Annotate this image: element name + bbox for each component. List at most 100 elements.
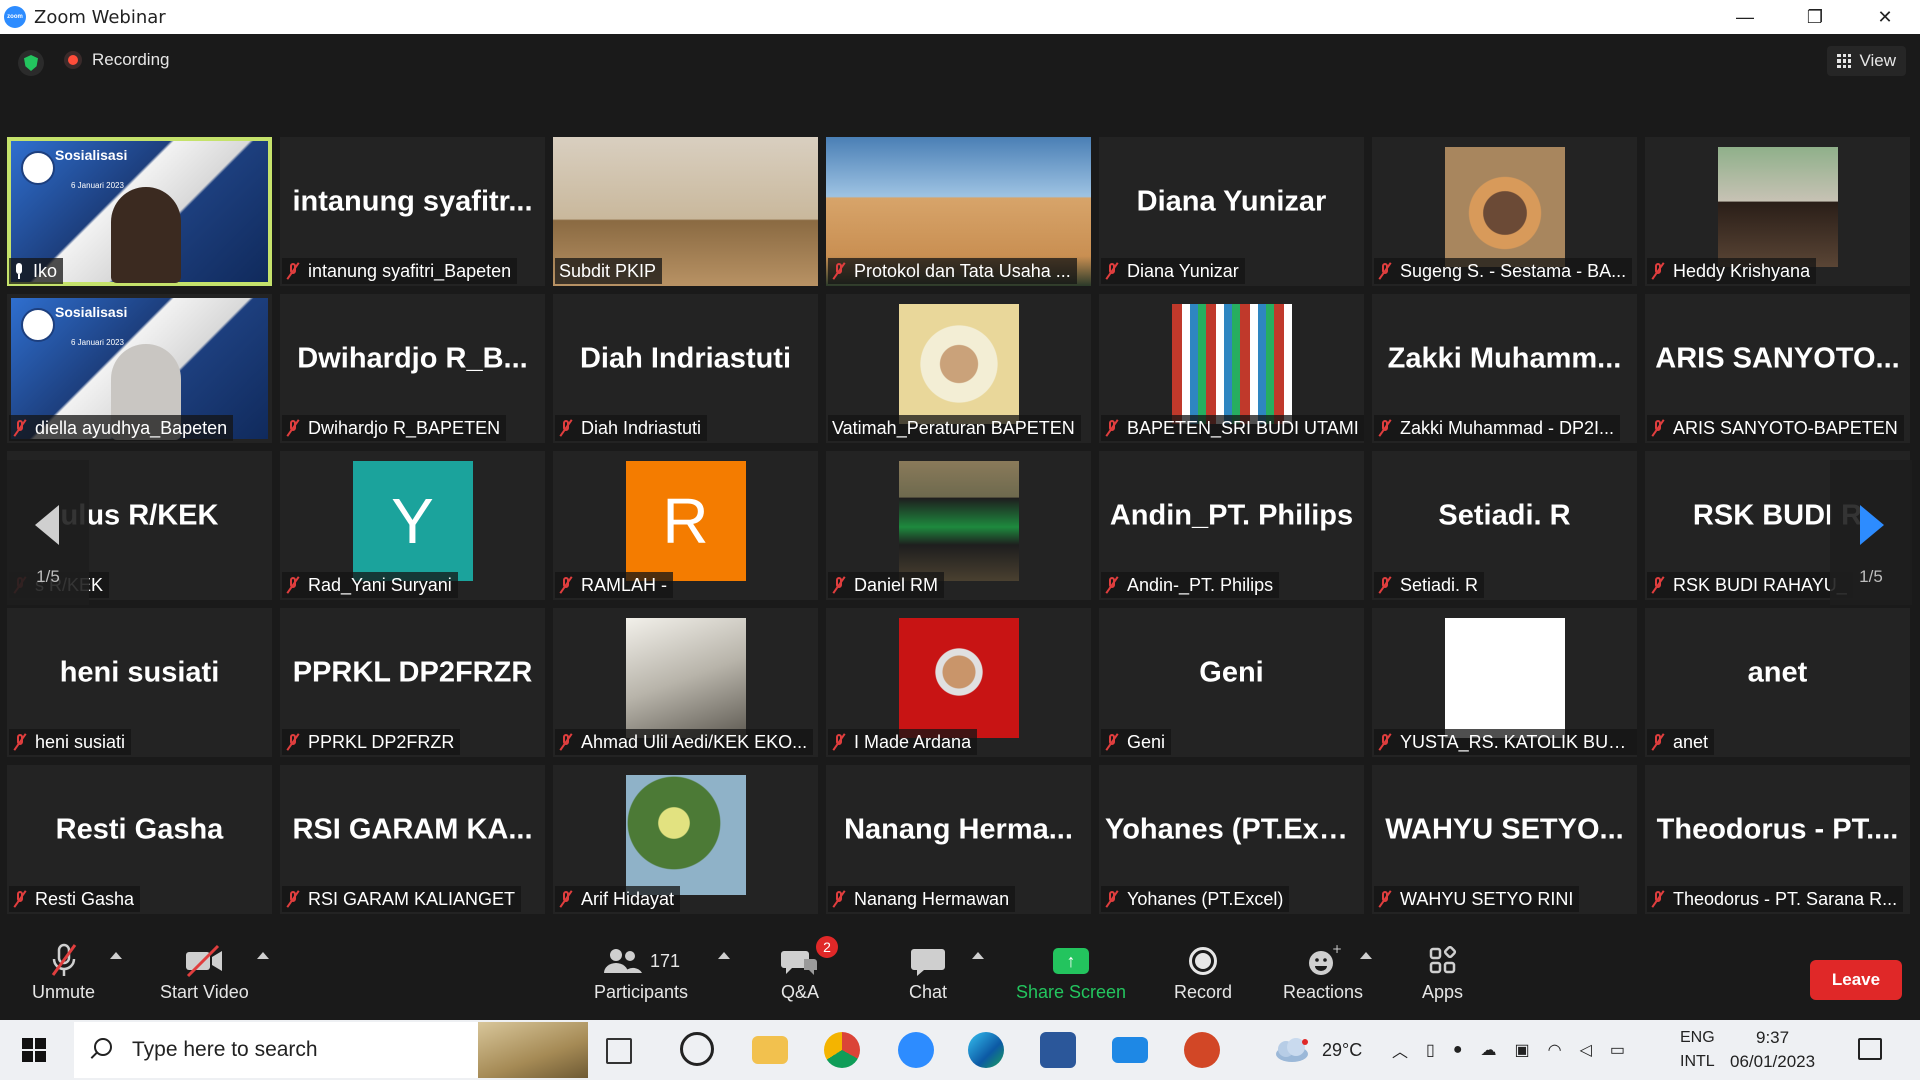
reactions-options-caret[interactable] xyxy=(1360,952,1372,959)
view-label: View xyxy=(1859,51,1896,70)
participant-tile[interactable]: ARIS SANYOTO... ARIS SANYOTO-BAPETEN xyxy=(1645,294,1910,443)
chrome-icon[interactable] xyxy=(824,1032,860,1068)
participant-tile[interactable]: Andin_PT. Philips Andin-_PT. Philips xyxy=(1099,451,1364,600)
taskbar-clock[interactable]: 9:37 06/01/2023 xyxy=(1730,1026,1815,1074)
participant-name: I Made Ardana xyxy=(854,731,972,752)
participant-tile[interactable]: Sosialisasi 6 Januari 2023 Iko xyxy=(7,137,272,286)
participant-tile[interactable]: Diana Yunizar Diana Yunizar xyxy=(1099,137,1364,286)
mic-muted-icon xyxy=(1651,890,1665,908)
participant-name-label: ARIS SANYOTO-BAPETEN xyxy=(1647,415,1904,441)
powerpoint-icon[interactable] xyxy=(1184,1032,1220,1068)
taskbar-search[interactable]: Type here to search xyxy=(74,1022,588,1078)
participant-tile[interactable]: Y Rad_Yani Suryani xyxy=(280,451,545,600)
participant-name-large: Yohanes (PT.Exc... xyxy=(1105,813,1360,845)
chevron-up-icon[interactable]: ︿ xyxy=(1392,1038,1408,1062)
microphone-icon[interactable]: ● xyxy=(1453,1041,1463,1059)
participant-tile[interactable]: Theodorus - PT.... Theodorus - PT. Sarana… xyxy=(1645,765,1910,914)
participant-tile[interactable]: Yohanes (PT.Exc... Yohanes (PT.Excel) xyxy=(1099,765,1364,914)
participant-tile[interactable]: Subdit PKIP xyxy=(553,137,818,286)
participant-tile[interactable]: Protokol dan Tata Usaha ... xyxy=(826,137,1091,286)
participant-tile[interactable]: anet anet xyxy=(1645,608,1910,757)
notification-center-icon[interactable] xyxy=(1858,1038,1882,1060)
phone-link-icon[interactable]: ▯ xyxy=(1426,1040,1435,1060)
participant-tile[interactable]: Vatimah_Peraturan BAPETEN xyxy=(826,294,1091,443)
close-button[interactable]: ✕ xyxy=(1850,0,1920,34)
participant-tile[interactable]: Setiadi. R Setiadi. R xyxy=(1372,451,1637,600)
participant-tile[interactable]: Sosialisasi 6 Januari 2023 diella ayudhya_… xyxy=(7,294,272,443)
encryption-shield-icon[interactable] xyxy=(18,50,44,76)
participant-tile[interactable]: Ahmad Ulil Aedi/KEK EKO... xyxy=(553,608,818,757)
participant-tile[interactable]: Resti Gasha Resti Gasha xyxy=(7,765,272,914)
participant-name-label: Yohanes (PT.Excel) xyxy=(1101,886,1290,912)
qa-button[interactable]: 2 Q&A xyxy=(780,936,838,1003)
weather-cloud-icon[interactable] xyxy=(1272,1037,1312,1063)
participant-tile[interactable]: Arif Hidayat xyxy=(553,765,818,914)
participant-tile[interactable]: Daniel RM xyxy=(826,451,1091,600)
participant-name: Andin-_PT. Philips xyxy=(1127,574,1274,595)
participant-tile[interactable]: Heddy Krishyana xyxy=(1645,137,1910,286)
participants-button[interactable]: 171 Participants xyxy=(594,940,688,1003)
mic-muted-icon xyxy=(832,733,846,751)
task-view-icon[interactable] xyxy=(606,1038,632,1064)
participants-options-caret[interactable] xyxy=(718,952,730,959)
participant-tile[interactable]: Zakki Muhamm... Zakki Muhammad - DP2I... xyxy=(1372,294,1637,443)
view-button[interactable]: View xyxy=(1827,46,1906,76)
next-page-button[interactable]: 1/5 xyxy=(1830,460,1912,605)
system-tray: 29°C xyxy=(1272,1020,1362,1080)
video-options-caret[interactable] xyxy=(257,952,269,959)
dell-icon[interactable] xyxy=(680,1032,714,1066)
participant-tile[interactable]: I Made Ardana xyxy=(826,608,1091,757)
defender-icon[interactable]: ▣ xyxy=(1515,1040,1530,1060)
mic-muted-icon xyxy=(832,576,846,594)
battery-icon[interactable]: ▭ xyxy=(1610,1040,1625,1060)
restore-button[interactable]: ❐ xyxy=(1780,0,1850,34)
clock-time: 9:37 xyxy=(1756,1028,1790,1047)
participant-tile[interactable]: BAPETEN_SRI BUDI UTAMI xyxy=(1099,294,1364,443)
start-video-button[interactable]: Start Video xyxy=(160,940,249,1003)
participant-name: Iko xyxy=(33,260,58,281)
participant-name: heni susiati xyxy=(35,731,126,752)
participant-tile[interactable]: RSI GARAM KA... RSI GARAM KALIANGET xyxy=(280,765,545,914)
onedrive-icon[interactable]: ☁ xyxy=(1481,1040,1497,1060)
window-controls: — ❐ ✕ xyxy=(1710,0,1920,34)
input-language[interactable]: ENG INTL xyxy=(1680,1026,1715,1074)
participant-name: Ahmad Ulil Aedi/KEK EKO... xyxy=(581,731,808,752)
mic-muted-icon xyxy=(1378,733,1392,751)
chat-button[interactable]: Chat xyxy=(909,940,947,1003)
chat-options-caret[interactable] xyxy=(972,952,984,959)
windows-start-icon[interactable] xyxy=(22,1038,46,1062)
participant-tile[interactable]: Geni Geni xyxy=(1099,608,1364,757)
apps-button[interactable]: Apps xyxy=(1422,940,1463,1003)
weather-temp[interactable]: 29°C xyxy=(1322,1040,1362,1061)
participant-tile[interactable]: YUSTA_RS. KATOLIK BUDI ... xyxy=(1372,608,1637,757)
record-button[interactable]: Record xyxy=(1174,940,1232,1003)
unmute-button[interactable]: Unmute xyxy=(32,940,95,1003)
participant-tile[interactable]: R RAMLAH - xyxy=(553,451,818,600)
file-explorer-icon[interactable] xyxy=(752,1036,788,1064)
participant-name-label: WAHYU SETYO RINI xyxy=(1374,886,1580,912)
participant-tile[interactable]: Sugeng S. - Sestama - BA... xyxy=(1372,137,1637,286)
leave-button[interactable]: Leave xyxy=(1810,960,1902,1000)
recording-indicator[interactable]: Recording xyxy=(64,50,170,70)
participant-tile[interactable]: Nanang Herma... Nanang Hermawan xyxy=(826,765,1091,914)
participant-tile[interactable]: PPRKL DP2FRZR PPRKL DP2FRZR xyxy=(280,608,545,757)
participant-tile[interactable]: Dwihardjo R_B... Dwihardjo R_BAPETEN xyxy=(280,294,545,443)
reactions-button[interactable]: + Reactions xyxy=(1283,940,1363,1003)
participant-tile[interactable]: intanung syafitr... intanung syafitri_Bap… xyxy=(280,137,545,286)
zoom-taskbar-icon[interactable] xyxy=(898,1032,934,1068)
word-icon[interactable] xyxy=(1040,1032,1076,1068)
participant-name: Setiadi. R xyxy=(1400,574,1479,595)
mic-muted-icon xyxy=(1105,733,1119,751)
participant-tile[interactable]: Diah Indriastuti Diah Indriastuti xyxy=(553,294,818,443)
participant-tile[interactable]: heni susiati heni susiati xyxy=(7,608,272,757)
share-screen-button[interactable]: ↑ Share Screen xyxy=(1016,940,1126,1003)
wifi-icon[interactable]: ◠ xyxy=(1548,1040,1562,1060)
mail-icon[interactable] xyxy=(1112,1037,1148,1063)
participant-tile[interactable]: WAHYU SETYO... WAHYU SETYO RINI xyxy=(1372,765,1637,914)
previous-page-button[interactable]: 1/5 xyxy=(7,460,89,605)
edge-icon[interactable] xyxy=(968,1032,1004,1068)
volume-icon[interactable]: ◁ xyxy=(1580,1040,1592,1060)
audio-options-caret[interactable] xyxy=(110,952,122,959)
minimize-button[interactable]: — xyxy=(1710,0,1780,34)
participant-name: PPRKL DP2FRZR xyxy=(308,731,455,752)
